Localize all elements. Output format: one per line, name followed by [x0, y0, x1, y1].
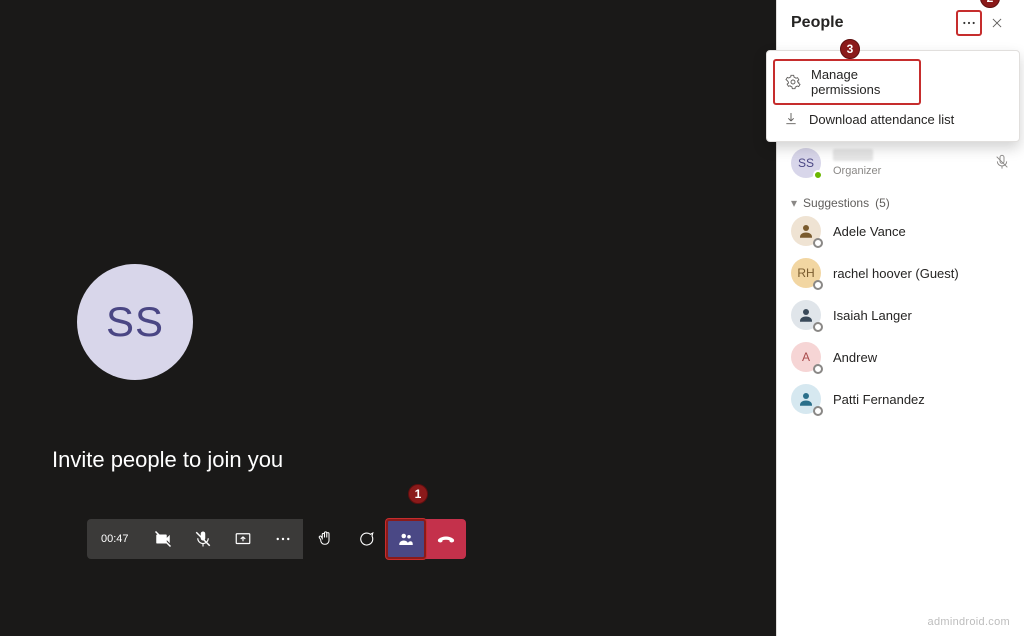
raise-hand-button[interactable] [306, 519, 346, 559]
avatar-initials: SS [798, 156, 814, 170]
menu-manage-permissions-label: Manage permissions [811, 67, 909, 97]
list-item[interactable]: A Andrew [791, 336, 1010, 378]
presence-offline-icon [813, 238, 823, 248]
presence-offline-icon [813, 406, 823, 416]
section-suggestions[interactable]: ▾ Suggestions (5) [791, 196, 1010, 210]
avatar: A [791, 342, 821, 372]
panel-close-button[interactable] [984, 10, 1010, 36]
presence-offline-icon [813, 280, 823, 290]
raise-hand-icon [317, 530, 335, 548]
people-icon [397, 530, 415, 548]
chat-button[interactable] [346, 519, 386, 559]
avatar [791, 300, 821, 330]
avatar [791, 216, 821, 246]
list-item[interactable]: RH rachel hoover (Guest) [791, 252, 1010, 294]
more-actions-button[interactable] [263, 519, 303, 559]
menu-download-attendance[interactable]: Download attendance list [773, 105, 1013, 133]
ellipsis-icon [961, 15, 977, 31]
participant-info: Organizer [833, 149, 881, 177]
list-item[interactable]: Isaiah Langer [791, 294, 1010, 336]
controls-group-primary: 00:47 [87, 519, 303, 559]
mic-off-icon [194, 530, 212, 548]
self-initials: SS [106, 298, 164, 346]
meeting-stage: SS Invite people to join you 00:47 [0, 0, 776, 636]
callout-badge-3: 3 [840, 39, 860, 59]
avatar: RH [791, 258, 821, 288]
participant-name: Andrew [833, 350, 877, 365]
presence-available-icon [813, 170, 823, 180]
avatar: SS [791, 148, 821, 178]
share-screen-icon [234, 530, 252, 548]
people-panel: People 2 In ▾ Currently in this meeting … [776, 0, 1024, 636]
presence-offline-icon [813, 364, 823, 374]
avatar [791, 384, 821, 414]
people-button[interactable] [386, 519, 426, 559]
meeting-controls: 00:47 [87, 519, 466, 559]
download-icon [783, 111, 799, 127]
participant-name: rachel hoover (Guest) [833, 266, 959, 281]
close-icon [990, 16, 1004, 30]
self-avatar: SS [77, 264, 193, 380]
camera-off-icon [154, 530, 172, 548]
panel-more-menu: 3 Manage permissions Download attendance… [766, 50, 1020, 142]
participant-role: Organizer [833, 165, 881, 177]
invite-message: Invite people to join you [52, 447, 283, 473]
ellipsis-icon [274, 530, 292, 548]
callout-badge-2-label: 2 [987, 0, 994, 5]
list-item[interactable]: Patti Fernandez [791, 378, 1010, 420]
menu-download-attendance-label: Download attendance list [809, 112, 954, 127]
participant-name: Patti Fernandez [833, 392, 925, 407]
callout-badge-3-label: 3 [847, 42, 854, 56]
gear-icon [785, 74, 801, 90]
callout-badge-1: 1 [408, 484, 428, 504]
participant-organizer[interactable]: SS Organizer [791, 142, 1010, 184]
callout-badge-2: 2 [980, 0, 1000, 8]
chat-icon [357, 530, 375, 548]
muted-icon [994, 154, 1010, 173]
section-suggestions-count: (5) [875, 196, 890, 210]
chevron-down-icon: ▾ [791, 196, 797, 210]
share-button[interactable] [223, 519, 263, 559]
hangup-button[interactable] [426, 519, 466, 559]
people-panel-header: People 2 [777, 0, 1024, 46]
callout-badge-1-label: 1 [415, 487, 422, 501]
presence-offline-icon [813, 322, 823, 332]
participant-name-redacted [833, 149, 873, 161]
list-item[interactable]: Adele Vance [791, 210, 1010, 252]
participant-name: Isaiah Langer [833, 308, 912, 323]
hangup-icon [436, 529, 456, 549]
mic-button[interactable] [183, 519, 223, 559]
controls-group-secondary [306, 519, 466, 559]
call-timer: 00:47 [87, 519, 143, 559]
camera-button[interactable] [143, 519, 183, 559]
watermark: admindroid.com [928, 616, 1010, 628]
participant-name: Adele Vance [833, 224, 906, 239]
menu-manage-permissions[interactable]: Manage permissions [773, 59, 921, 105]
section-suggestions-label: Suggestions [803, 196, 869, 210]
people-panel-title: People [791, 14, 956, 32]
suggestion-list: Adele Vance RH rachel hoover (Guest) Isaiah… [791, 210, 1010, 420]
panel-more-button[interactable] [956, 10, 982, 36]
